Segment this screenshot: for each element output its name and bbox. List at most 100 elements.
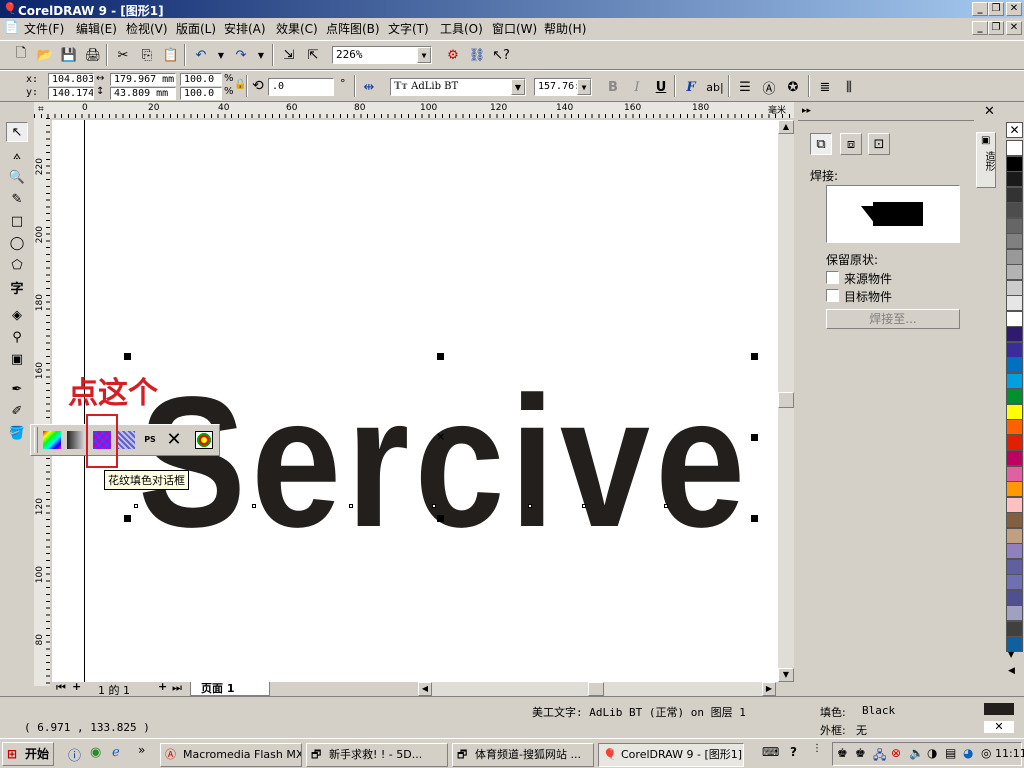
edit-text-icon[interactable]: ab| [704,76,726,98]
docker-side-tab[interactable]: ▣ 造形 [976,132,996,188]
interactive-fill-icon[interactable]: ◈ [6,305,28,325]
color-swatch[interactable] [1006,326,1023,342]
flyout-grip[interactable] [34,427,38,453]
scroll-right-icon[interactable]: ▶ [762,682,776,696]
trim-mode-icon[interactable]: ⧈ [840,133,862,155]
add-page-after-icon[interactable]: + [158,680,167,693]
color-swatch[interactable] [1006,481,1023,497]
node-handle[interactable] [664,504,668,508]
freehand-tool-icon[interactable]: ✎ [6,189,28,209]
quicklaunch-more-icon[interactable]: » [138,743,145,757]
mirror-horizontal-icon[interactable]: ⇹ [358,76,380,98]
tray-app-icon[interactable]: ◑ [927,746,937,760]
menu-layout[interactable]: 版面(L) [176,20,216,37]
quicklaunch-player-icon[interactable]: ◉ [90,745,101,760]
tray-network-icon[interactable]: 🖧 [873,746,886,767]
tray-volume-icon[interactable]: 🔈 [909,746,924,760]
print-icon[interactable]: 🖨 [82,44,104,66]
scroll-down-icon[interactable]: ▼ [778,668,794,682]
color-swatch[interactable] [1006,543,1023,559]
task-coreldraw[interactable]: 🎈 CorelDRAW 9 - [图形1] [598,743,744,767]
selection-handle[interactable] [124,515,131,522]
tray-antivirus-icon[interactable]: ⊗ [891,746,901,760]
text-tool-icon[interactable]: 字 [6,277,28,297]
selection-handle[interactable] [437,515,444,522]
scroll-up-icon[interactable]: ▲ [778,120,794,134]
color-swatch[interactable] [1006,248,1023,265]
color-swatch[interactable] [1006,264,1023,280]
artistic-text-object[interactable]: Sercive [138,370,750,556]
first-page-icon[interactable]: ⏮ [56,681,66,695]
font-dropdown-icon[interactable]: ▼ [511,79,525,95]
scroll-thumb[interactable] [588,682,604,696]
horizontal-scrollbar[interactable]: ◀ ▶ [418,682,776,696]
scale-y-field[interactable]: 100.0 [180,87,222,100]
color-swatch[interactable] [1006,403,1023,420]
palette-expand-icon[interactable]: ◀ [1008,666,1015,676]
copy-icon[interactable]: ⎘ [136,44,158,66]
node-handle[interactable] [528,504,532,508]
rectangle-tool-icon[interactable]: □ [6,211,28,231]
menu-view[interactable]: 检视(V) [126,20,168,37]
y-position-field[interactable]: 140.174 [48,87,94,100]
minimize-icon[interactable]: _ [972,2,988,16]
menu-window[interactable]: 窗口(W) [492,20,537,37]
undo-dropdown-icon[interactable]: ▼ [210,44,232,66]
font-size-combo[interactable]: 157.76: ▼ [534,78,592,96]
outline-swatch[interactable]: ✕ [984,721,1014,733]
fill-tool-icon[interactable]: 🪣 [6,423,28,443]
color-swatch[interactable] [1006,527,1023,544]
tray-app-icon[interactable]: ◎ [981,746,991,760]
selection-handle[interactable] [751,353,758,360]
menu-tools[interactable]: 工具(O) [440,20,483,37]
doc-close-icon[interactable]: ✕ [1006,21,1022,35]
close-icon[interactable]: ✕ [1006,2,1022,16]
import-icon[interactable]: ⇲ [278,44,300,66]
scale-x-field[interactable]: 100.0 [180,73,222,86]
add-page-before-icon[interactable]: + [72,680,81,693]
color-swatch[interactable] [1006,620,1023,637]
menu-bitmaps[interactable]: 点阵图(B) [326,20,380,37]
app-balloon-icon[interactable]: 🎈 [3,2,17,15]
color-swatch[interactable] [1006,186,1023,203]
paste-icon[interactable]: 📋 [160,44,182,66]
shape-tool-icon[interactable]: ⟑ [6,145,28,165]
font-combo[interactable]: Tт AdLib BT ▼ [390,78,526,96]
whats-this-icon[interactable]: ↖? [490,44,512,66]
doc-minimize-icon[interactable]: _ [972,21,988,35]
application-launcher-icon[interactable]: ⚙ [442,44,464,66]
tray-expand-icon[interactable]: ⋮ [812,743,822,754]
doc-restore-icon[interactable]: ❐ [988,21,1004,35]
color-swatch[interactable] [1006,434,1023,451]
color-swatch[interactable] [1006,465,1023,482]
last-page-icon[interactable]: ⏭ [172,681,182,695]
drawing-canvas[interactable]: Sercive × [52,120,778,682]
color-swatch[interactable] [1006,279,1023,296]
new-icon[interactable]: 🗋 [10,44,32,66]
fill-color-dialog-icon[interactable] [43,431,61,449]
document-icon[interactable]: 📄 [4,20,19,34]
selection-handle[interactable] [751,515,758,522]
ellipse-tool-icon[interactable]: ◯ [6,233,28,253]
horizontal-text-icon[interactable]: ≣ [814,76,836,98]
color-swatch[interactable] [1006,388,1023,404]
color-docker-icon[interactable] [195,431,213,449]
bold-button[interactable]: B [602,76,624,98]
italic-button[interactable]: I [626,76,648,98]
docker-close-icon[interactable]: ✕ [984,104,995,119]
restore-icon[interactable]: ❐ [988,2,1004,16]
help-icon[interactable]: ? [790,745,797,759]
color-swatch[interactable] [1006,512,1023,528]
node-handle[interactable] [582,504,586,508]
node-handle[interactable] [252,504,256,508]
quicklaunch-ie-icon[interactable]: ⓘ [68,745,81,764]
source-object-checkbox[interactable] [826,271,839,284]
docker-expand-icon[interactable]: ▸▸ [802,106,811,116]
texture-fill-icon[interactable] [117,431,135,449]
start-button[interactable]: ⊞ 开始 [2,742,54,766]
height-field[interactable]: 43.809 mm [110,87,176,100]
no-fill-icon[interactable]: ✕ [165,429,183,451]
menu-help[interactable]: 帮助(H) [544,20,586,37]
tray-app-icon[interactable]: ♚ [837,746,848,760]
export-icon[interactable]: ⇱ [302,44,324,66]
